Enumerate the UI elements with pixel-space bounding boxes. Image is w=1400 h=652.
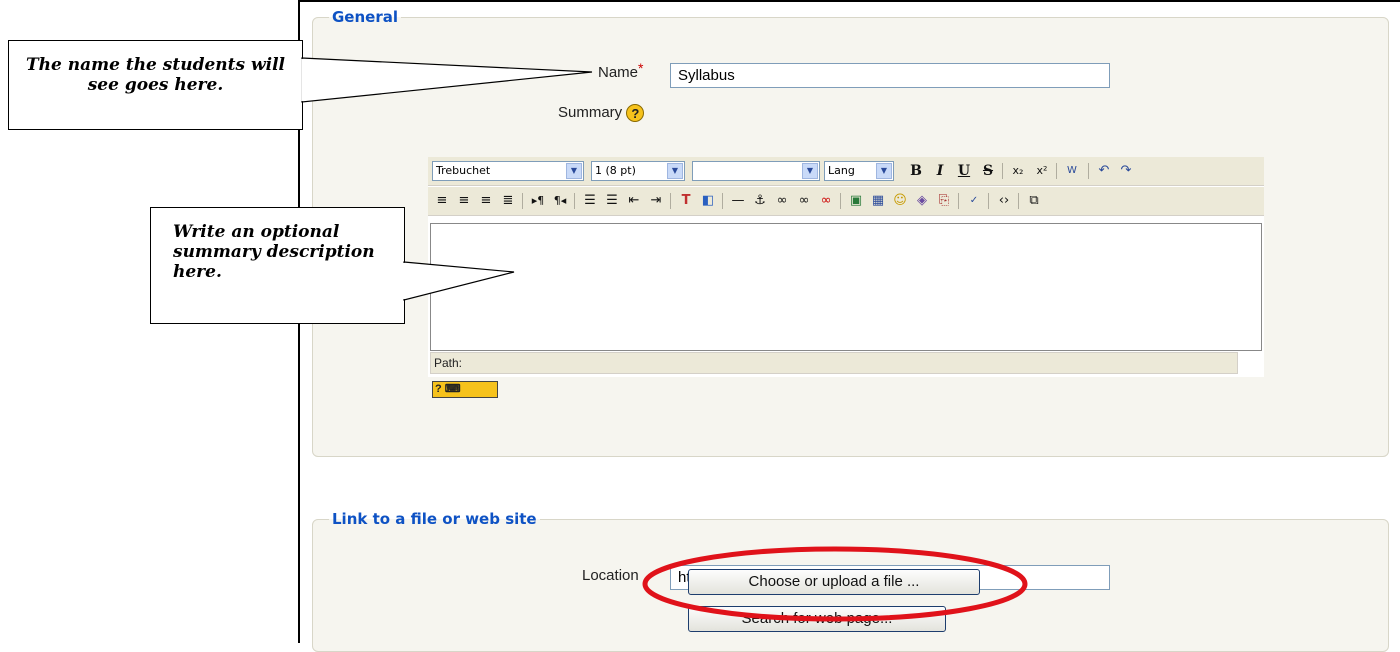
- annotation-overlay: [301, 57, 1028, 622]
- highlight-ellipse: [642, 546, 1028, 622]
- name-callout-pointer: [301, 57, 593, 103]
- summary-callout-pointer: [403, 261, 515, 301]
